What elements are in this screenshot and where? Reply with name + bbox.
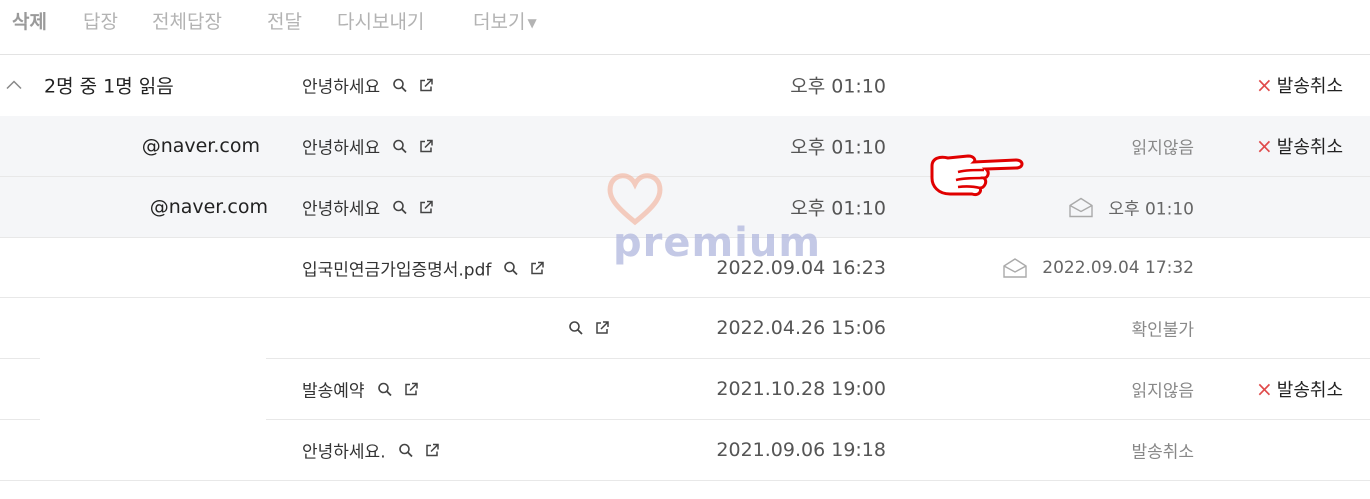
more-label: 더보기 — [473, 11, 526, 33]
sent-time: 오후 01:10 — [790, 136, 886, 159]
open-new-window-icon[interactable] — [529, 260, 545, 276]
open-new-window-icon[interactable] — [403, 381, 419, 397]
subject-text[interactable]: 안녕하세요 — [302, 134, 380, 159]
search-icon[interactable] — [377, 381, 393, 397]
envelope-open-icon — [1068, 196, 1094, 218]
subject-text[interactable]: 발송예약 — [302, 377, 365, 402]
sent-time: 2022.04.26 15:06 — [716, 317, 886, 339]
delete-button[interactable]: 삭제 — [12, 7, 47, 34]
subject-cell: 안녕하세요 — [302, 195, 434, 220]
subject-cell: 안녕하세요 — [302, 73, 434, 98]
reply-all-button[interactable]: 전체답장 — [152, 7, 222, 34]
close-icon: × — [1256, 134, 1273, 158]
read-status: 발송취소 — [1131, 442, 1194, 463]
subject-text[interactable]: 안녕하세요 — [302, 73, 380, 98]
cancel-send-label: 발송취소 — [1276, 76, 1344, 97]
envelope-open-icon — [1002, 257, 1028, 279]
subject-cell: 안녕하세요. — [302, 438, 440, 463]
subject-cell: 입국민연금가입증명서.pdf — [302, 256, 545, 281]
close-icon: × — [1256, 377, 1273, 401]
recipient-email: @naver.com — [149, 196, 268, 218]
sent-time: 오후 01:10 — [790, 197, 886, 220]
subject-text[interactable]: 안녕하세요. — [302, 438, 386, 463]
open-new-window-icon[interactable] — [418, 77, 434, 93]
close-icon: × — [1256, 73, 1273, 97]
search-icon[interactable] — [392, 199, 408, 215]
forward-button[interactable]: 전달 — [267, 7, 302, 34]
mail-row[interactable]: 2022.04.26 15:06 확인불가 — [0, 298, 1370, 358]
open-new-window-icon[interactable] — [418, 199, 434, 215]
search-icon[interactable] — [392, 138, 408, 154]
cancel-send-button[interactable]: × 발송취소 — [1256, 376, 1343, 402]
summary-row[interactable]: 2명 중 1명 읽음 안녕하세요 오후 01:10 × 발송취소 — [0, 55, 1370, 115]
sent-time: 오후 01:10 — [790, 75, 886, 98]
resend-button[interactable]: 다시보내기 — [337, 7, 424, 34]
mail-row[interactable]: 안녕하세요. 2021.09.06 19:18 발송취소 — [0, 420, 1370, 480]
search-icon[interactable] — [398, 442, 414, 458]
reply-button[interactable]: 답장 — [83, 7, 118, 34]
read-time: 2022.09.04 17:32 — [1042, 258, 1194, 278]
caret-down-icon: ▼ — [527, 15, 537, 30]
read-status: 오후 01:10 — [1068, 195, 1194, 220]
subject-cell: 발송예약 — [302, 377, 419, 402]
mail-toolbar: 삭제 답장 전체답장 전달 다시보내기 더보기 ▼ — [0, 0, 1370, 55]
open-new-window-icon[interactable] — [594, 320, 610, 336]
cancel-send-button[interactable]: × 발송취소 — [1256, 133, 1343, 159]
read-status: 읽지않음 — [1131, 138, 1194, 159]
watermark-text: premium — [613, 220, 822, 266]
read-status: 읽지않음 — [1131, 381, 1194, 402]
cancel-send-button[interactable]: × 발송취소 — [1256, 72, 1343, 98]
read-time: 오후 01:10 — [1108, 199, 1194, 220]
subject-text[interactable]: 안녕하세요 — [302, 195, 380, 220]
row-divider — [0, 480, 1370, 481]
subject-cell: 안녕하세요 — [302, 134, 434, 159]
read-status: 확인불가 — [1131, 320, 1194, 341]
sent-time: 2021.09.06 19:18 — [716, 439, 886, 461]
sent-time: 2021.10.28 19:00 — [716, 378, 886, 400]
recipient-email: @naver.com — [141, 135, 260, 157]
more-button[interactable]: 더보기 ▼ — [473, 7, 537, 34]
cancel-send-label: 발송취소 — [1276, 137, 1344, 158]
chevron-up-icon[interactable] — [6, 76, 22, 95]
read-status: 2022.09.04 17:32 — [1002, 257, 1194, 279]
search-icon[interactable] — [568, 320, 584, 336]
search-icon[interactable] — [503, 260, 519, 276]
recipient-row[interactable]: @naver.com 안녕하세요 오후 01:10 읽지않음 × 발송취소 — [0, 116, 1370, 176]
cancel-send-label: 발송취소 — [1276, 380, 1344, 401]
subject-cell — [556, 320, 610, 336]
open-new-window-icon[interactable] — [418, 138, 434, 154]
open-new-window-icon[interactable] — [424, 442, 440, 458]
read-count: 2명 중 1명 읽음 — [44, 75, 174, 98]
mail-row[interactable]: 발송예약 2021.10.28 19:00 읽지않음 × 발송취소 — [0, 359, 1370, 419]
subject-text[interactable]: 입국민연금가입증명서.pdf — [302, 256, 491, 281]
pointing-hand-icon — [928, 150, 1024, 204]
search-icon[interactable] — [392, 77, 408, 93]
